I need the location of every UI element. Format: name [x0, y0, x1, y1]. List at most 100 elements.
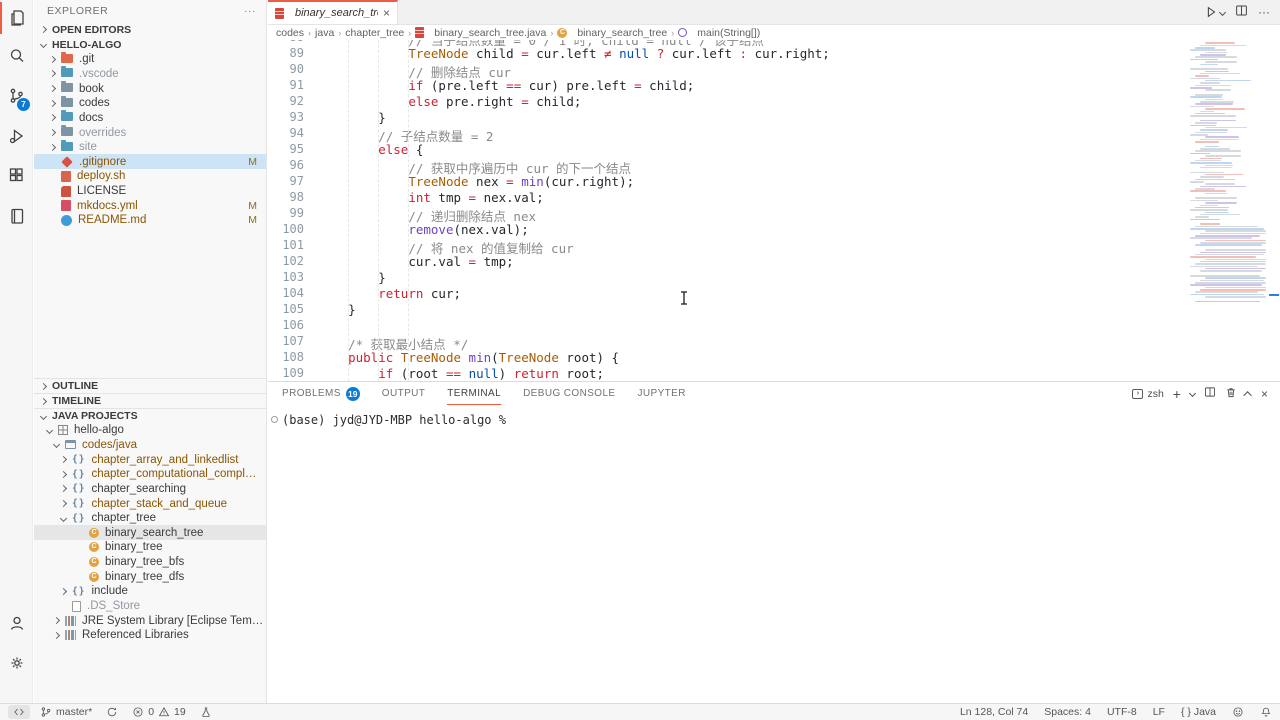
explorer-item-mkdocs-yml[interactable]: mkdocs.ymlM: [34, 198, 266, 213]
java-tree-item--ds-store[interactable]: .DS_Store: [34, 599, 266, 614]
java-tree-item-chapter-searching[interactable]: {}chapter_searching: [34, 482, 266, 497]
chevron-right-icon: [49, 144, 56, 151]
tab-binary-search-tree[interactable]: binary_search_tree.java ×: [268, 0, 398, 24]
java-tree-item-chapter-tree[interactable]: {}chapter_tree: [34, 511, 266, 526]
minimap-line: [1205, 136, 1239, 138]
statusbar-ln-128-col-74[interactable]: Ln 128, Col 74: [960, 706, 1028, 718]
statusbar-remote[interactable]: [8, 705, 30, 719]
chevron-right-icon: [60, 485, 67, 492]
activitybar-item-source-control[interactable]: 7: [0, 76, 33, 116]
root-folder-section[interactable]: HELLO-ALGO: [34, 37, 266, 52]
activitybar-item-explorer[interactable]: [0, 0, 33, 36]
breadcrumb-item-java[interactable]: java: [315, 27, 334, 39]
minimap-line: [1200, 176, 1224, 178]
java-tree-item-binary-tree-dfs[interactable]: Cbinary_tree_dfs: [34, 569, 266, 584]
minimap-line: [1205, 193, 1227, 195]
minimap-line: [1200, 223, 1220, 225]
statusbar-utf-8[interactable]: UTF-8: [1107, 706, 1137, 718]
braces-icon: {}: [72, 513, 85, 524]
code-editor[interactable]: 88 // 当子结点数量 = 0 / 1 时, child = null / 该…: [268, 40, 1190, 381]
terminal-dropdown-icon[interactable]: [1189, 390, 1196, 397]
activitybar-item-extensions[interactable]: [0, 156, 33, 196]
more-actions-button[interactable]: ···: [1258, 5, 1270, 19]
explorer-item-site[interactable]: site: [34, 140, 266, 155]
split-terminal-button[interactable]: [1204, 386, 1216, 401]
explorer-item--git[interactable]: .git: [34, 52, 266, 67]
java-tree-item-hello-algo[interactable]: hello-algo: [34, 423, 266, 438]
breadcrumb-item-main-string-[interactable]: main(String[]): [678, 27, 760, 39]
overview-ruler[interactable]: [1268, 25, 1280, 381]
panel-tab-jupyter[interactable]: JUPYTER: [638, 382, 686, 405]
explorer-item-readme-md[interactable]: README.mdM: [34, 213, 266, 228]
java-tree-item-binary-tree[interactable]: Cbinary_tree: [34, 540, 266, 555]
explorer-item-overrides[interactable]: overrides: [34, 125, 266, 140]
java-tree-item-chapter-computational-complexity[interactable]: {}chapter_computational_complexity: [34, 467, 266, 482]
close-icon[interactable]: ×: [383, 7, 390, 19]
explorer-sidebar: EXPLORER ··· OPEN EDITORS HELLO-ALGO .gi…: [34, 0, 267, 703]
explorer-item-deploy-sh[interactable]: deploy.sh: [34, 169, 266, 184]
explorer-item--gitignore[interactable]: .gitignoreM: [34, 154, 266, 169]
activitybar-item-search[interactable]: [0, 36, 33, 76]
timeline-section[interactable]: TIMELINE: [34, 393, 266, 408]
java-tree-item-jre-system-library-eclipse-temurin-17-17-[interactable]: JRE System Library [Eclipse Temurin 17 […: [34, 613, 266, 628]
statusbar-bell[interactable]: [1260, 706, 1272, 718]
explorer-item-license[interactable]: LICENSE: [34, 184, 266, 199]
status-bar-right: Ln 128, Col 74 Spaces: 4 UTF-8 LF { } Java: [944, 706, 1272, 718]
statusbar-branch[interactable]: master*: [40, 706, 92, 718]
braces-icon: {}: [72, 483, 85, 494]
breadcrumb: codes›java›chapter_tree›binary_search_tr…: [268, 25, 1280, 40]
explorer-item--vscode[interactable]: .vscode: [34, 67, 266, 82]
statusbar-sync[interactable]: [106, 706, 118, 718]
split-editor-button[interactable]: [1235, 4, 1248, 20]
breadcrumb-item-codes[interactable]: codes: [276, 27, 304, 39]
outline-section[interactable]: OUTLINE: [34, 378, 266, 393]
java-tree-item-referenced-libraries[interactable]: Referenced Libraries: [34, 628, 266, 643]
java-tree-item-chapter-stack-and-queue[interactable]: {}chapter_stack_and_queue: [34, 496, 266, 511]
statusbar-feedback[interactable]: [1232, 706, 1244, 718]
breadcrumb-item-chapter-tree[interactable]: chapter_tree: [345, 27, 404, 39]
terminal[interactable]: (base) jyd@JYD-MBP hello-algo %: [268, 405, 1280, 427]
close-panel-icon[interactable]: ×: [1261, 387, 1268, 401]
activitybar-item-notebook[interactable]: [0, 196, 33, 236]
panel-tab-terminal[interactable]: TERMINAL: [447, 382, 501, 405]
breadcrumb-item-binary-search-tree-java[interactable]: binary_search_tree.java: [415, 27, 546, 39]
java-tree-item-binary-tree-bfs[interactable]: Cbinary_tree_bfs: [34, 555, 266, 570]
code-text: cur.val = tmp;: [318, 254, 514, 270]
explorer-item-book[interactable]: book: [34, 81, 266, 96]
chevron-down-icon: [1219, 8, 1226, 15]
sidebar-more-icon[interactable]: ···: [244, 5, 256, 17]
tab-bar: binary_search_tree.java × ···: [268, 0, 1280, 25]
java-projects-section[interactable]: JAVA PROJECTS: [34, 408, 266, 423]
maximize-panel-icon[interactable]: [1243, 391, 1251, 399]
breadcrumb-separator: ›: [408, 28, 411, 38]
braces-icon: {}: [72, 469, 85, 480]
statusbar-spaces-4[interactable]: Spaces: 4: [1044, 706, 1091, 718]
statusbar-beaker[interactable]: [200, 706, 212, 718]
run-button[interactable]: [1204, 5, 1225, 19]
explorer-item-codes[interactable]: codes: [34, 96, 266, 111]
breadcrumb-item-binary-search-tree[interactable]: Cbinary_search_tree: [557, 27, 667, 39]
java-tree-item-include[interactable]: {}include: [34, 584, 266, 599]
statusbar-errors-warnings[interactable]: 019: [132, 706, 186, 718]
kill-terminal-button[interactable]: [1225, 386, 1237, 402]
activitybar-item-account[interactable]: [0, 603, 33, 643]
minimap-line: [1205, 240, 1266, 242]
statusbar--java[interactable]: { } Java: [1181, 706, 1216, 718]
statusbar-lf[interactable]: LF: [1153, 706, 1165, 718]
open-editors-section[interactable]: OPEN EDITORS: [34, 22, 266, 37]
terminal-picker[interactable]: ›zsh: [1132, 388, 1163, 400]
new-terminal-button[interactable]: +: [1173, 386, 1181, 402]
chevron-down-icon: [46, 427, 53, 434]
java-tree-item-chapter-array-and-linkedlist[interactable]: {}chapter_array_and_linkedlist: [34, 452, 266, 467]
activitybar-item-run-debug[interactable]: [0, 116, 33, 156]
minimap-line: [1200, 214, 1240, 216]
panel-tab-output[interactable]: OUTPUT: [382, 382, 426, 405]
activitybar-item-settings[interactable]: [0, 643, 33, 683]
code-line: 91 if (pre.left == cur) pre.left = child…: [268, 78, 1190, 94]
panel-tab-debug-console[interactable]: DEBUG CONSOLE: [523, 382, 615, 405]
minimap[interactable]: [1190, 40, 1268, 381]
panel-tab-problems[interactable]: PROBLEMS19: [282, 382, 360, 405]
explorer-item-docs[interactable]: docs: [34, 111, 266, 126]
java-tree-item-binary-search-tree[interactable]: Cbinary_search_tree: [34, 525, 266, 540]
java-tree-item-codes-java[interactable]: codes/java: [34, 438, 266, 453]
